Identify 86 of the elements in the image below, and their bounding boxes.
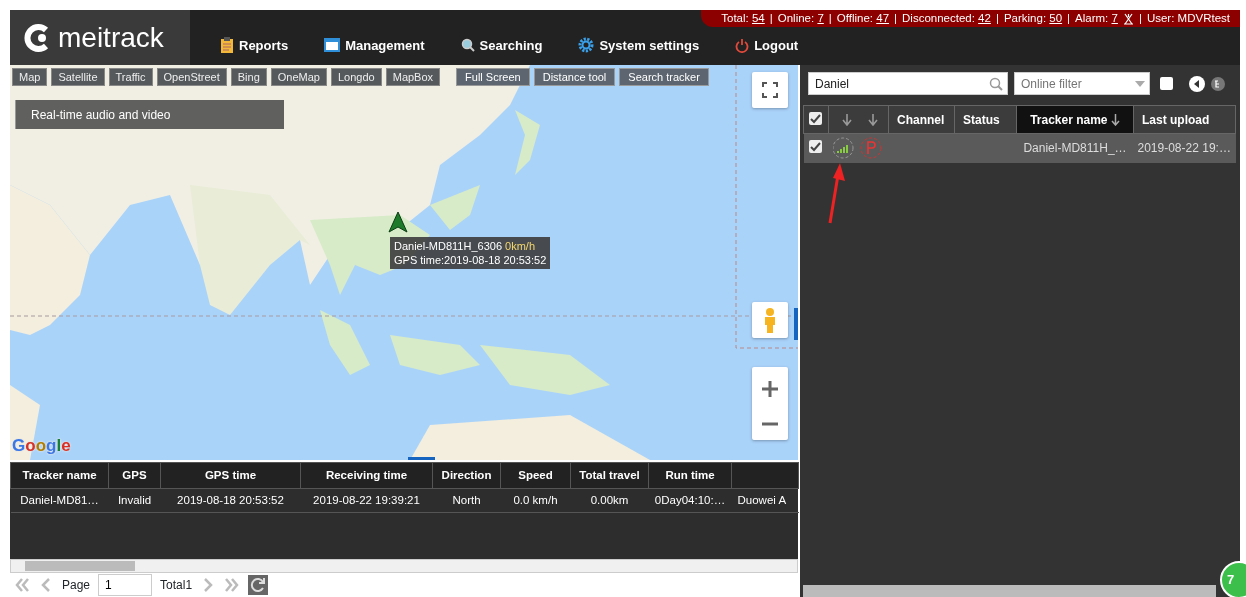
clipboard-icon	[220, 37, 234, 54]
filter-dropdown[interactable]: Online filter	[1014, 72, 1150, 95]
column-header[interactable]: Last upload	[1133, 105, 1236, 134]
first-page-icon[interactable]	[14, 577, 30, 593]
select-all-checkbox[interactable]	[809, 111, 822, 125]
nav-link[interactable]: Reports	[220, 35, 289, 55]
page-label: Page	[62, 577, 91, 594]
row-status-icons[interactable]	[832, 136, 883, 161]
row-checkbox[interactable]	[808, 140, 822, 154]
horizontal-scrollbar[interactable]	[10, 559, 798, 573]
last-page-icon[interactable]	[224, 577, 241, 593]
caret-icon[interactable]	[1135, 80, 1145, 87]
column-header: Run time	[648, 462, 732, 489]
separator: |	[894, 10, 898, 26]
nav-link[interactable]: Searching	[460, 35, 543, 55]
map-layer-button[interactable]: Map	[12, 68, 48, 86]
map-layer-button[interactable]: OneMap	[270, 68, 327, 86]
total-label: Total1	[160, 577, 193, 594]
page-field[interactable]: 1	[98, 574, 153, 596]
status-count: Alarm: 7	[1075, 10, 1118, 26]
map-layer-button[interactable]: MapBox	[385, 68, 441, 86]
map-tool-button[interactable]: Distance tool	[533, 68, 616, 86]
collapse-icon[interactable]	[1189, 75, 1205, 92]
map-layer-button[interactable]: Satellite	[51, 68, 105, 86]
map-tool-button[interactable]: Full Screen	[456, 68, 530, 86]
search-icon	[460, 38, 475, 53]
horizontal-scrollbar[interactable]	[803, 585, 1216, 597]
separator: |	[1067, 10, 1071, 26]
show-all-checkbox[interactable]	[1160, 77, 1173, 90]
column-header: Direction	[432, 462, 501, 489]
alarm-icon[interactable]	[1122, 12, 1134, 25]
status-count: Online: 7	[777, 10, 824, 26]
table-cell: Daniel-MD81…	[10, 488, 109, 513]
map-layer-button[interactable]: Longdo	[331, 68, 382, 86]
separator: |	[1138, 10, 1142, 26]
map-layer-button[interactable]: Bing	[230, 68, 267, 86]
status-count: Parking: 50	[1003, 10, 1063, 26]
column-header: Tracker name	[10, 462, 109, 489]
table-cell: 0Day04:10:…	[648, 488, 732, 513]
annotation-arrow	[826, 161, 846, 225]
nav-link[interactable]: Management	[324, 35, 425, 55]
fullscreen-icon[interactable]	[752, 72, 788, 108]
column-header[interactable]: Channel	[888, 105, 955, 134]
nav-link[interactable]: System settings	[578, 35, 700, 55]
separator: |	[995, 10, 999, 26]
refresh-icon[interactable]	[248, 575, 269, 595]
settings-icon	[578, 37, 595, 54]
search-field[interactable]: Daniel	[808, 72, 1008, 95]
table-cell: Duowei A	[731, 488, 799, 513]
sort-arrow-icon	[1110, 114, 1120, 127]
table-toggle[interactable]	[408, 457, 435, 460]
marker-tooltip: Daniel-MD811H_6306 0km/h GPS time:2019-08-18 20:53:52	[390, 237, 551, 269]
tree-view-icon[interactable]	[1211, 76, 1225, 91]
nav-link[interactable]: Logout	[735, 35, 799, 55]
media-panel-button[interactable]: Real-time audio and video	[15, 100, 284, 129]
map-layer-button[interactable]: OpenStreet	[156, 68, 227, 86]
vehicle-marker-icon[interactable]	[388, 211, 408, 233]
table-cell: 2019-08-22 19:39:21	[300, 488, 433, 513]
status-count: Total: 54	[721, 10, 765, 26]
table-cell: Invalid	[108, 488, 161, 513]
table-cell: Daniel-MD811H_…	[1016, 133, 1134, 163]
status-count: Disconnected: 42	[902, 10, 991, 26]
column-header: GPS time	[160, 462, 301, 489]
map-layer-button[interactable]: Traffic	[108, 68, 153, 86]
panel-toggle[interactable]	[794, 308, 798, 340]
table-cell: 2019-08-18 20:53:52	[160, 488, 301, 513]
column-header[interactable]: Tracker name	[1016, 105, 1134, 134]
window-icon	[324, 38, 341, 53]
table-cell: 0.0 km/h	[500, 488, 571, 513]
separator: |	[769, 10, 773, 26]
map-tool-button[interactable]: Search tracker	[619, 68, 709, 86]
column-header: Total travel	[570, 462, 649, 489]
search-icon[interactable]	[989, 76, 1003, 91]
map-attribution: Google	[12, 435, 71, 457]
separator: |	[828, 10, 832, 26]
column-header[interactable]: Status	[954, 105, 1017, 134]
column-header: Receiving time	[300, 462, 433, 489]
column-header: GPS	[108, 462, 161, 489]
table-cell: 2019-08-22 19:…	[1133, 133, 1236, 163]
power-icon	[735, 37, 750, 53]
column-header: Speed	[500, 462, 571, 489]
table-cell: North	[432, 488, 501, 513]
status-count: Offline: 47	[836, 10, 890, 26]
table-cell: 0.00km	[570, 488, 649, 513]
logo-text: meitrack	[58, 20, 164, 55]
user-label: User: MDVRtest	[1146, 10, 1230, 26]
